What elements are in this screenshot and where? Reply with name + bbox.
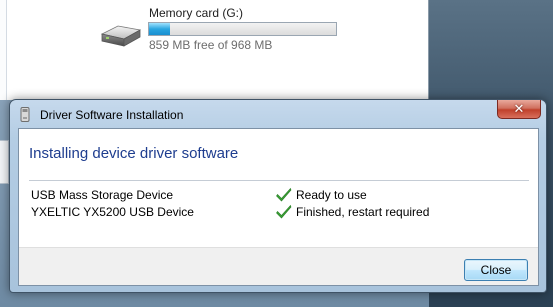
dialog-heading: Installing device driver software: [29, 145, 239, 162]
device-status: Ready to use: [296, 188, 367, 202]
background-window-edge: [0, 140, 9, 184]
device-status: Finished, restart required: [296, 205, 430, 219]
window-close-button[interactable]: ✕: [497, 100, 541, 119]
usb-device-icon: [20, 107, 30, 122]
drive-usage-fill: [149, 23, 171, 35]
green-check-icon: [276, 187, 292, 202]
heading-separator: [29, 180, 529, 181]
device-row: USB Mass Storage Device Ready to use: [31, 187, 526, 204]
close-button[interactable]: Close: [464, 259, 528, 281]
close-icon: ✕: [513, 101, 525, 117]
device-name: YXELTIC YX5200 USB Device: [31, 205, 194, 219]
explorer-navigation-pane: [0, 0, 7, 100]
dialog-content: Installing device driver software USB Ma…: [18, 128, 539, 286]
green-check-icon: [276, 204, 292, 219]
drive-usage-bar: [148, 22, 337, 36]
dialog-footer: Close: [19, 247, 538, 285]
drive-free-space: 859 MB free of 968 MB: [149, 38, 273, 52]
removable-drive-icon: [100, 25, 142, 47]
driver-install-dialog: Driver Software Installation ✕ Installin…: [9, 99, 547, 293]
dialog-titlebar[interactable]: Driver Software Installation ✕: [10, 100, 546, 128]
drive-name: Memory card (G:): [149, 6, 244, 20]
device-name: USB Mass Storage Device: [31, 188, 174, 202]
dialog-title: Driver Software Installation: [40, 108, 184, 122]
device-row: YXELTIC YX5200 USB Device Finished, rest…: [31, 204, 526, 221]
